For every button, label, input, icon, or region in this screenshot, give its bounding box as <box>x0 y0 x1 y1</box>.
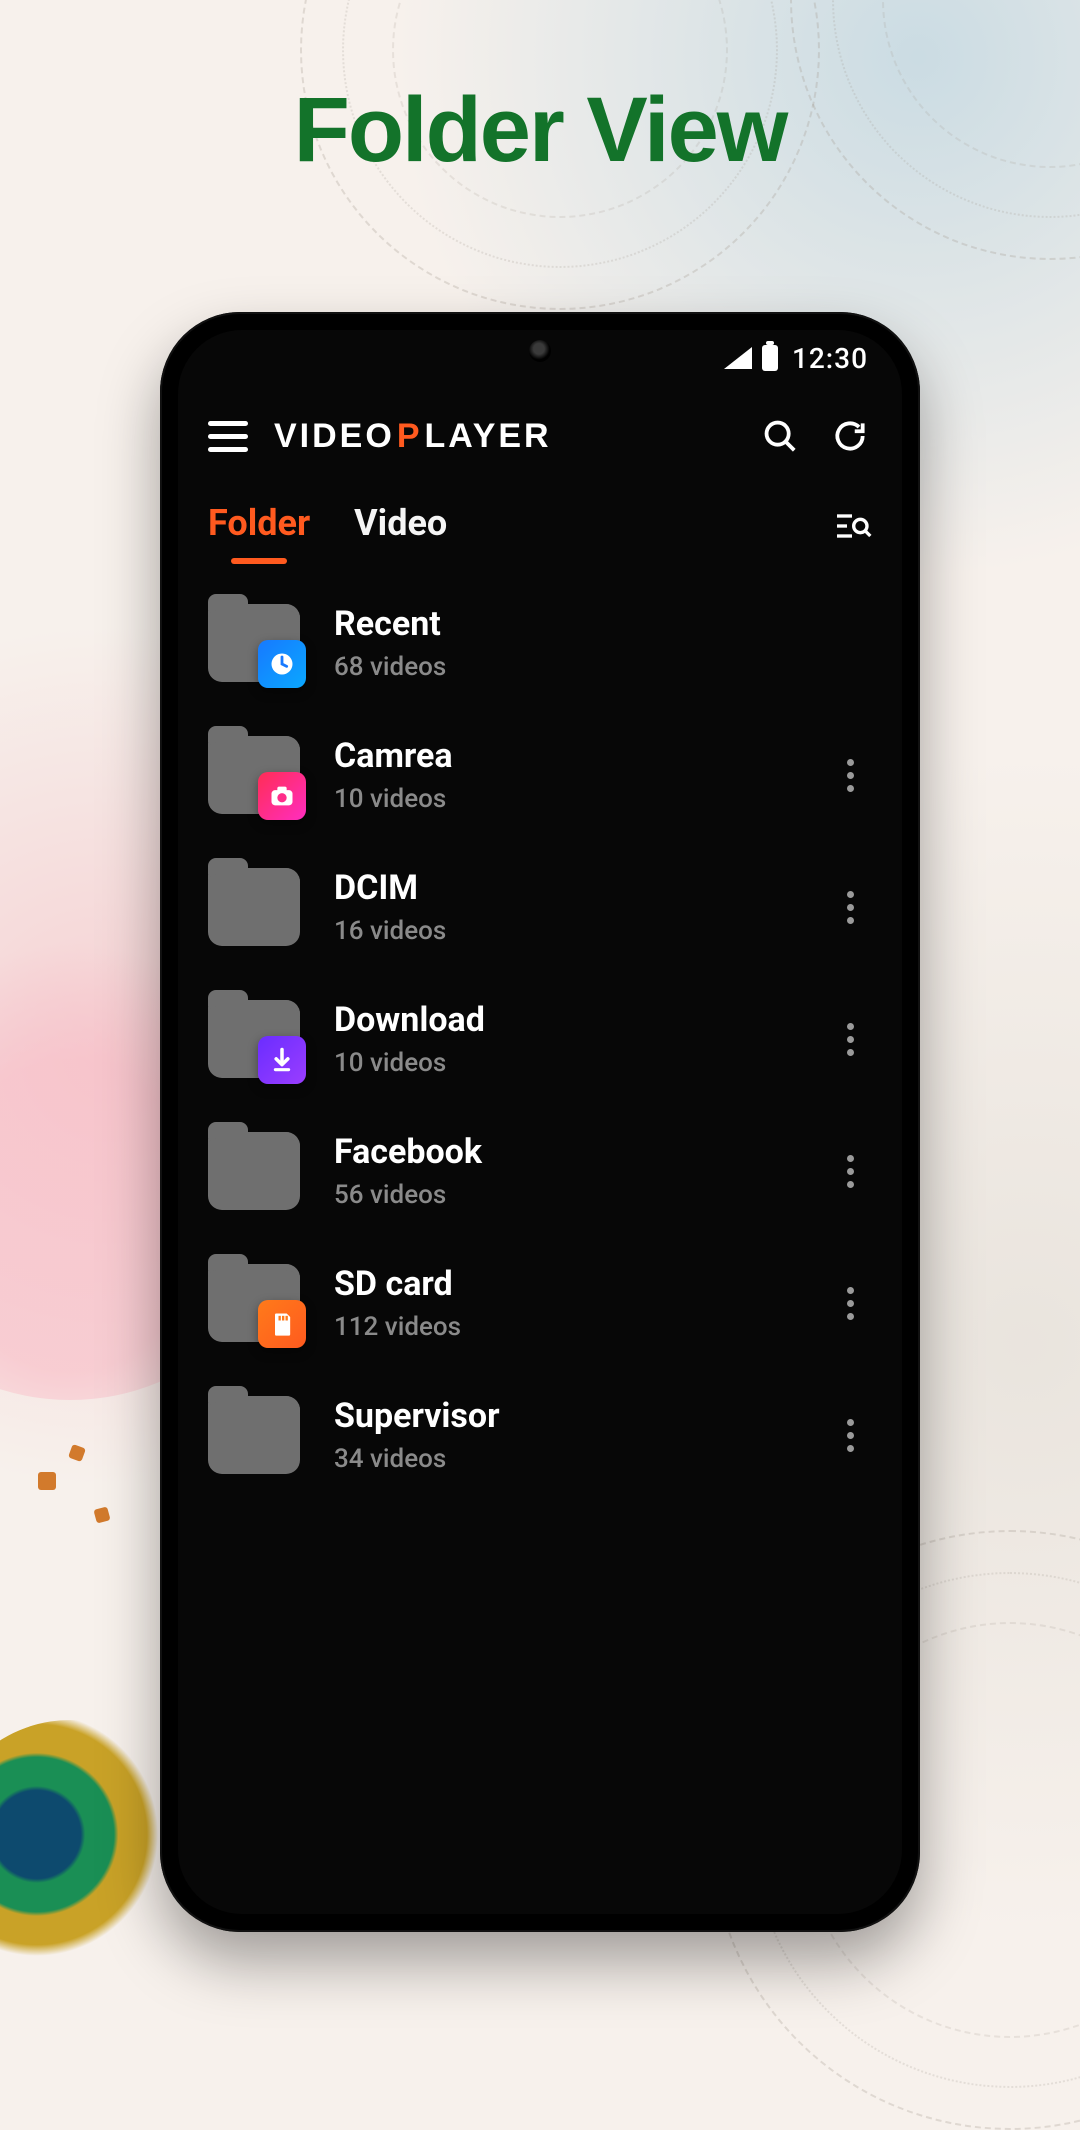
folder-count: 34 videos <box>334 1444 794 1474</box>
folder-item-recent[interactable]: Recent 68 videos <box>208 604 872 682</box>
folder-count: 10 videos <box>334 784 794 814</box>
signal-icon <box>724 347 752 369</box>
more-vertical-icon <box>847 759 854 792</box>
menu-button[interactable] <box>208 421 248 452</box>
tab-video[interactable]: Video <box>354 502 447 558</box>
folder-count: 68 videos <box>334 652 872 682</box>
more-options-button[interactable] <box>828 1149 872 1193</box>
sd-badge-icon <box>258 1300 306 1348</box>
more-options-button[interactable] <box>828 1281 872 1325</box>
hamburger-icon <box>208 434 248 439</box>
folder-icon <box>208 736 300 814</box>
tab-folder[interactable]: Folder <box>208 502 310 558</box>
folder-name: Recent <box>334 604 872 644</box>
more-options-button[interactable] <box>828 1017 872 1061</box>
more-vertical-icon <box>847 1155 854 1188</box>
folder-icon <box>208 1264 300 1342</box>
status-time: 12:30 <box>792 342 868 375</box>
folder-name: Supervisor <box>334 1396 794 1436</box>
more-options-button[interactable] <box>828 1413 872 1457</box>
folder-item-dcim[interactable]: DCIM 16 videos <box>208 868 872 946</box>
app-header: VIDEO P LAYER <box>178 386 902 478</box>
more-options-button[interactable] <box>828 885 872 929</box>
folder-item-download[interactable]: Download 10 videos <box>208 1000 872 1078</box>
folder-item-facebook[interactable]: Facebook 56 videos <box>208 1132 872 1210</box>
folder-text: Recent 68 videos <box>334 604 872 682</box>
more-vertical-icon <box>847 1419 854 1452</box>
folder-count: 16 videos <box>334 916 794 946</box>
folder-item-sdcard[interactable]: SD card 112 videos <box>208 1264 872 1342</box>
folder-icon <box>208 1396 300 1474</box>
search-icon <box>761 417 799 455</box>
tabs-row: Folder Video <box>178 478 902 558</box>
more-vertical-icon <box>847 1287 854 1320</box>
folder-count: 56 videos <box>334 1180 794 1210</box>
app-title-part: LAYER <box>425 417 552 456</box>
folder-icon <box>208 1000 300 1078</box>
folder-text: SD card 112 videos <box>334 1264 794 1342</box>
folder-icon <box>208 604 300 682</box>
download-badge-icon <box>258 1036 306 1084</box>
folder-text: Camrea 10 videos <box>334 736 794 814</box>
folder-item-supervisor[interactable]: Supervisor 34 videos <box>208 1396 872 1474</box>
folder-name: Facebook <box>334 1132 794 1172</box>
decor-speck <box>38 1472 56 1490</box>
hamburger-icon <box>208 447 248 452</box>
folder-name: Camrea <box>334 736 794 776</box>
refresh-icon <box>831 417 869 455</box>
app-title-accent: P <box>397 417 423 456</box>
folder-text: Supervisor 34 videos <box>334 1396 794 1474</box>
folder-item-camera[interactable]: Camrea 10 videos <box>208 736 872 814</box>
more-vertical-icon <box>847 891 854 924</box>
folder-icon <box>208 868 300 946</box>
refresh-button[interactable] <box>828 414 872 458</box>
more-vertical-icon <box>847 1023 854 1056</box>
camera-badge-icon <box>258 772 306 820</box>
search-button[interactable] <box>758 414 802 458</box>
folder-list: Recent 68 videos Camrea 10 videos DCIM 16 vid… <box>178 558 902 1474</box>
hamburger-icon <box>208 421 248 426</box>
battery-icon <box>762 345 778 371</box>
folder-count: 112 videos <box>334 1312 794 1342</box>
folder-text: Facebook 56 videos <box>334 1132 794 1210</box>
filter-search-button[interactable] <box>832 506 872 555</box>
phone-screen: 12:30 VIDEO P LAYER <box>178 330 902 1914</box>
folder-text: Download 10 videos <box>334 1000 794 1078</box>
app-title: VIDEO P LAYER <box>274 417 552 456</box>
filter-search-icon <box>832 506 872 546</box>
folder-name: SD card <box>334 1264 794 1304</box>
page-headline: Folder View <box>0 0 1080 183</box>
folder-name: DCIM <box>334 868 794 908</box>
app-title-part: VIDEO <box>274 417 395 456</box>
clock-badge-icon <box>258 640 306 688</box>
folder-name: Download <box>334 1000 794 1040</box>
folder-text: DCIM 16 videos <box>334 868 794 946</box>
more-options-button[interactable] <box>828 753 872 797</box>
phone-camera-dot <box>529 340 551 362</box>
folder-count: 10 videos <box>334 1048 794 1078</box>
folder-icon <box>208 1132 300 1210</box>
phone-frame: 12:30 VIDEO P LAYER <box>160 312 920 1932</box>
